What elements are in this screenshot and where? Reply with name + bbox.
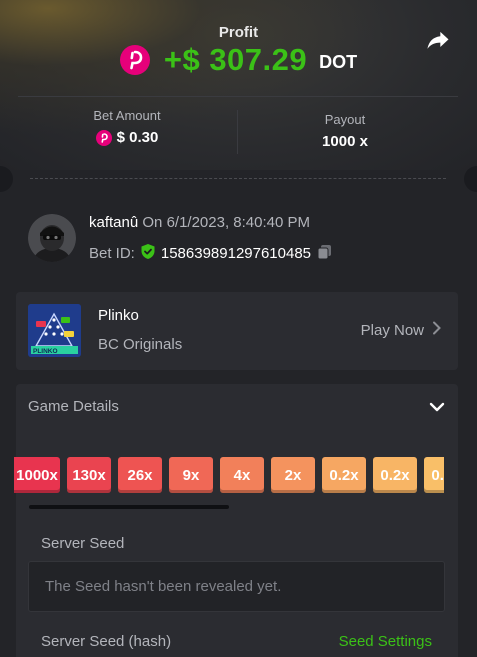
server-seed-field[interactable]: The Seed hasn't been revealed yet. [28,561,445,612]
bet-id-line: Bet ID: 158639891297610485 [89,243,333,264]
multiplier-chip: 9x [169,457,213,493]
payout-value: 1000 x [322,133,368,150]
multiplier-chip: 130x [67,457,111,493]
multiplier-chip: 1000x [14,457,60,493]
bet-id-label: Bet ID: [89,245,135,262]
polkadot-icon [119,45,150,75]
payout-column: Payout 1000 x [235,108,455,150]
profit-currency: DOT [319,51,358,72]
divider [18,96,458,97]
game-title: Plinko [98,307,139,324]
horizontal-scrollbar[interactable] [29,505,229,509]
profit-amount: +$ 307.29 [163,42,308,77]
server-seed-placeholder: The Seed hasn't been revealed yet. [45,578,282,595]
bet-amount-value-row: $ 0.30 [17,129,237,146]
dashed-divider [30,178,446,179]
game-details-panel: Game Details [16,384,458,657]
share-icon[interactable] [424,26,452,54]
game-thumbnail: PLINKO [28,304,81,357]
multiplier-chip: 26x [118,457,162,493]
multiplier-row: 1000x130x26x9x4x2x0.2x0.2x0.2x [14,457,444,493]
ticket-notch-right [464,166,477,192]
bet-date: On 6/1/2023, 8:40:40 PM [142,214,311,231]
game-card[interactable]: PLINKO Plinko BC Originals Play Now [16,292,458,370]
multiplier-chip: 0.2x [322,457,366,493]
server-seed-hash-label: Server Seed (hash) [41,633,172,650]
profit-row: +$ 307.29 DOT [0,42,477,78]
payout-label: Payout [324,112,366,127]
profit-label: Profit [218,24,259,41]
bet-amount-column: Bet Amount $ 0.30 [17,108,237,146]
bet-amount-label: Bet Amount [93,108,161,123]
verified-shield-icon [140,243,156,264]
multiplier-chip: 0.2x [373,457,417,493]
play-now-label: Play Now [360,321,424,339]
game-provider: BC Originals [98,336,183,353]
server-seed-label: Server Seed [41,535,125,552]
game-details-heading[interactable]: Game Details [28,398,119,415]
chevron-down-icon[interactable] [428,398,446,416]
polkadot-icon [95,129,112,146]
multiplier-chip: 2x [271,457,315,493]
avatar[interactable] [28,214,76,262]
chevron-right-icon [432,321,442,339]
multiplier-chip: 4x [220,457,264,493]
bet-amount-value: $ 0.30 [116,129,159,146]
copy-icon[interactable] [316,243,333,264]
user-line: kaftanû On 6/1/2023, 8:40:40 PM [89,214,310,231]
multiplier-chip: 0.2x [424,457,444,493]
seed-settings-link[interactable]: Seed Settings [339,633,432,650]
bet-detail-card: Profit +$ 307.29 DOT Bet Amount $ 0.30 P… [0,0,477,657]
play-now-link[interactable]: Play Now [361,321,442,339]
username[interactable]: kaftanû [89,214,138,231]
bet-id-value: 158639891297610485 [160,245,312,262]
game-thumbnail-text: PLINKO [33,348,58,355]
